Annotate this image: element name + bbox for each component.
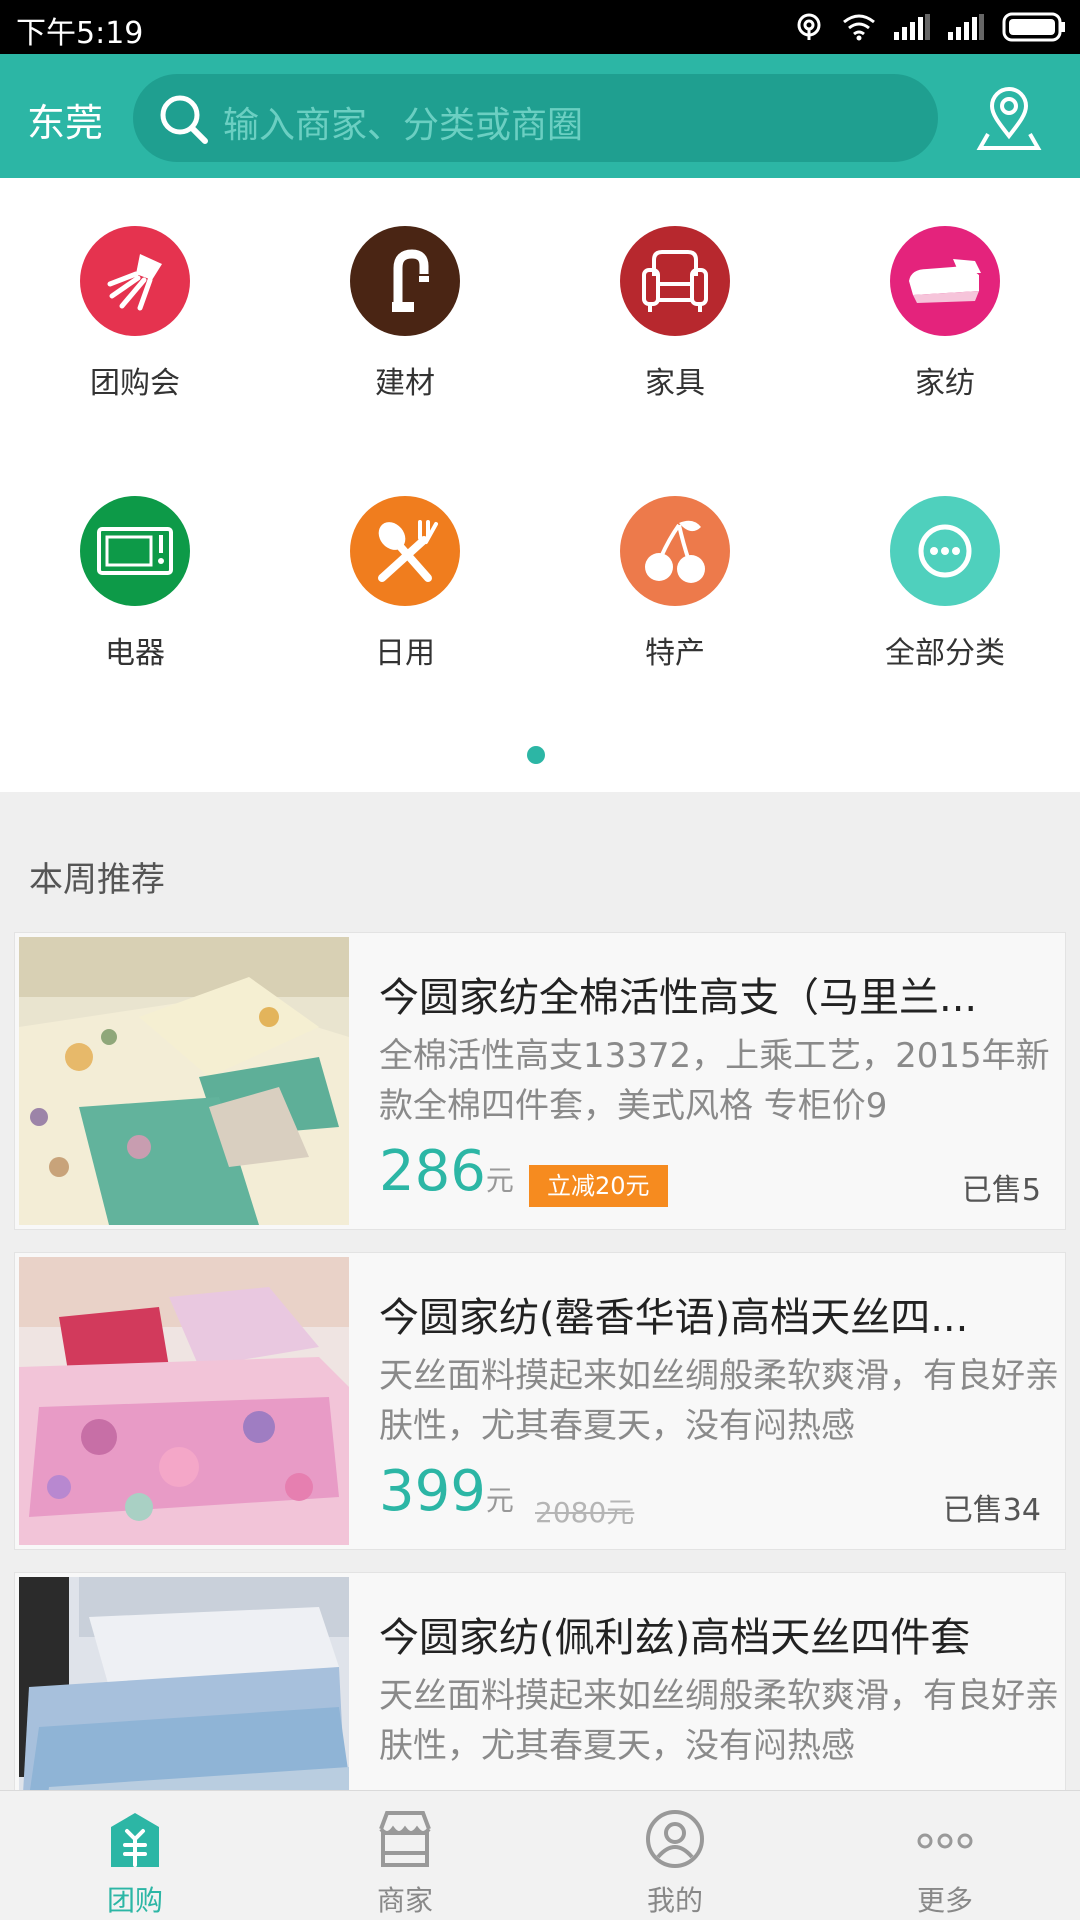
hotspot-icon <box>797 13 821 40</box>
category-building-materials[interactable]: 建材 <box>305 226 505 436</box>
cherry-icon <box>620 496 730 606</box>
category-label: 家纺 <box>915 366 975 401</box>
nav-tab-profile[interactable]: 我的 <box>540 1791 810 1920</box>
search-placeholder: 输入商家、分类或商圈 <box>223 105 584 146</box>
status-bar: 下午5:19 <box>0 0 1080 54</box>
product-image <box>19 1257 349 1545</box>
more-dots-icon <box>890 496 1000 606</box>
nav-tab-more[interactable]: 更多 <box>810 1791 1080 1920</box>
status-time: 下午5:19 <box>16 16 144 51</box>
category-label: 家具 <box>645 366 705 401</box>
category-daily-goods[interactable]: 日用 <box>305 496 505 706</box>
category-grid: 团购会 建材 家具 家纺 电器 日用 特产 全部分类 <box>0 178 1080 792</box>
price-value: 286 <box>379 1139 486 1204</box>
sold-count: 已售5 <box>961 1173 1041 1208</box>
location-pin-icon <box>976 87 1042 150</box>
product-description: 天丝面料摸起来如丝绸般柔软爽滑，有良好亲肤性，尤其春夏天，没有闷热感 <box>379 1356 1059 1446</box>
battery-icon <box>1002 12 1065 42</box>
nav-tab-merchants[interactable]: 商家 <box>270 1791 540 1920</box>
sold-count: 已售34 <box>942 1493 1041 1528</box>
more-icon <box>917 1833 973 1849</box>
page-indicator-dot <box>527 746 545 764</box>
section-title: 本周推荐 <box>29 860 165 900</box>
category-label: 全部分类 <box>885 636 1005 671</box>
discount-badge: 立减20元 <box>529 1165 668 1207</box>
city-selector[interactable]: 东莞 <box>27 92 103 147</box>
price-unit: 元 <box>485 1164 514 1197</box>
price-value: 399 <box>379 1459 486 1524</box>
product-title: 今圆家纺(佩利兹)高档天丝四件套 <box>379 1615 971 1661</box>
bottom-nav: 团购 商家 我的 更多 <box>0 1790 1080 1920</box>
faucet-icon <box>350 226 460 336</box>
header: 东莞 输入商家、分类或商圈 <box>0 54 1080 178</box>
product-title: 今圆家纺全棉活性高支（马里兰... <box>379 975 978 1021</box>
category-furniture[interactable]: 家具 <box>575 226 775 436</box>
product-image <box>19 937 349 1225</box>
nav-label: 团购 <box>106 1884 163 1917</box>
status-icons <box>794 10 1066 44</box>
search-input[interactable]: 输入商家、分类或商圈 <box>133 74 938 162</box>
category-home-textiles[interactable]: 家纺 <box>845 226 1045 436</box>
armchair-icon <box>620 226 730 336</box>
category-label: 团购会 <box>90 366 180 401</box>
product-card[interactable]: 今圆家纺(罄香华语)高档天丝四... 天丝面料摸起来如丝绸般柔软爽滑，有良好亲肤… <box>14 1252 1066 1550</box>
signal-icon <box>894 14 930 40</box>
user-icon <box>646 1810 704 1868</box>
location-button[interactable] <box>974 84 1044 154</box>
category-group-buy[interactable]: 团购会 <box>35 226 235 436</box>
category-label: 特产 <box>645 636 705 671</box>
bedding-icon <box>890 226 1000 336</box>
nav-label: 更多 <box>916 1884 973 1917</box>
category-label: 电器 <box>105 636 165 671</box>
category-label: 日用 <box>375 636 435 671</box>
product-description: 天丝面料摸起来如丝绸般柔软爽滑，有良好亲肤性，尤其春夏天，没有闷热感 <box>379 1676 1059 1766</box>
utensils-icon <box>350 496 460 606</box>
product-card[interactable]: 今圆家纺全棉活性高支（马里兰... 全棉活性高支13372，上乘工艺，2015年… <box>14 932 1066 1230</box>
product-title: 今圆家纺(罄香华语)高档天丝四... <box>379 1295 969 1341</box>
original-price: 2080元 <box>535 1496 635 1529</box>
category-appliances[interactable]: 电器 <box>35 496 235 706</box>
category-specialties[interactable]: 特产 <box>575 496 775 706</box>
signal-icon <box>948 14 984 40</box>
squid-icon <box>80 226 190 336</box>
category-label: 建材 <box>375 366 435 401</box>
search-icon <box>160 95 208 144</box>
nav-tab-group-buy[interactable]: 团购 <box>0 1791 270 1920</box>
product-description: 全棉活性高支13372，上乘工艺，2015年新款全棉四件套，美式风格 专柜价9 <box>379 1036 1050 1126</box>
product-price: 286元 <box>379 1139 514 1214</box>
category-all[interactable]: 全部分类 <box>845 496 1045 706</box>
product-price: 399元 <box>379 1459 514 1534</box>
store-icon <box>379 1811 431 1867</box>
nav-label: 商家 <box>376 1884 433 1917</box>
nav-label: 我的 <box>646 1884 703 1917</box>
wifi-icon <box>843 14 875 41</box>
price-unit: 元 <box>485 1484 514 1517</box>
group-buy-icon <box>111 1813 159 1867</box>
microwave-icon <box>80 496 190 606</box>
